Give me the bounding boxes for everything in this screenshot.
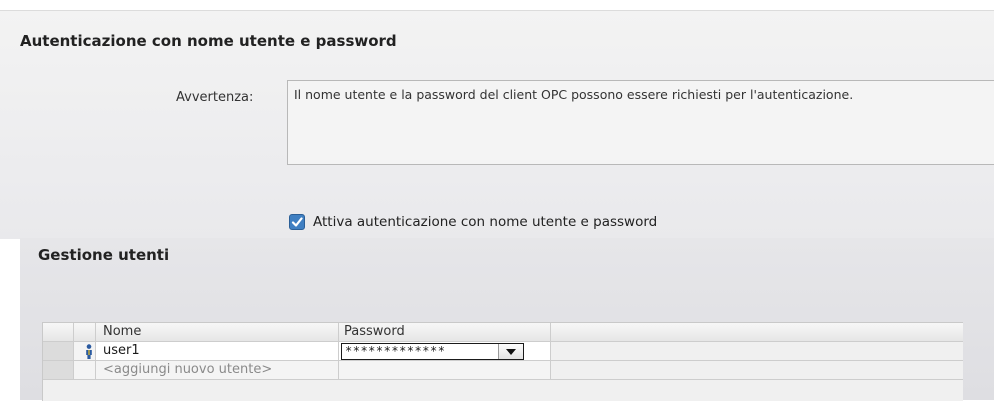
password-dropdown-button[interactable] <box>498 344 523 359</box>
add-new-user-cell[interactable]: <aggiungi nuovo utente> <box>96 361 339 380</box>
header-filler <box>551 323 963 342</box>
warning-label: Avvertenza: <box>176 90 254 105</box>
warning-text: Il nome utente e la password del client … <box>294 87 854 102</box>
auth-panel: Autenticazione con nome utente e passwor… <box>0 10 994 239</box>
user-management-panel: Gestione utenti Nome Password user1 ****… <box>20 238 994 401</box>
row-filler <box>551 361 963 380</box>
row-selector[interactable] <box>43 361 74 380</box>
table-header-row: Nome Password <box>43 323 963 342</box>
users-table: Nome Password user1 ************* <aggiu… <box>42 322 963 401</box>
user-management-title: Gestione utenti <box>38 246 170 264</box>
table-row[interactable]: user1 ************* <box>43 342 963 361</box>
password-value: ************* <box>345 344 446 358</box>
warning-box: Il nome utente e la password del client … <box>287 80 994 165</box>
header-icon-column <box>74 323 96 342</box>
header-row-selector <box>43 323 74 342</box>
user-icon <box>86 344 92 359</box>
column-header-password[interactable]: Password <box>339 323 551 342</box>
checkmark-icon <box>291 217 303 227</box>
row-icon-cell <box>74 342 96 361</box>
user-name-cell[interactable]: user1 <box>96 342 339 361</box>
enable-auth-checkbox[interactable] <box>289 214 305 230</box>
password-cell[interactable]: ************* <box>339 342 551 361</box>
auth-section-title: Autenticazione con nome utente e passwor… <box>20 32 397 50</box>
enable-auth-label[interactable]: Attiva autenticazione con nome utente e … <box>313 214 657 230</box>
row-filler <box>551 342 963 361</box>
password-field[interactable]: ************* <box>341 343 524 360</box>
row-selector[interactable] <box>43 342 74 361</box>
add-new-password-cell[interactable] <box>339 361 551 380</box>
row-icon-cell <box>74 361 96 380</box>
column-header-name[interactable]: Nome <box>96 323 339 342</box>
table-row[interactable]: <aggiungi nuovo utente> <box>43 361 963 380</box>
